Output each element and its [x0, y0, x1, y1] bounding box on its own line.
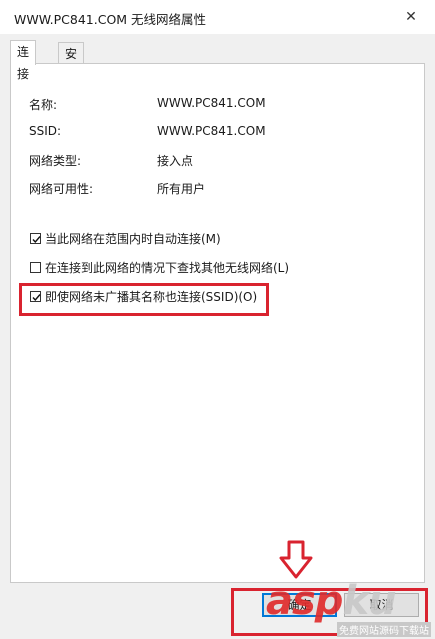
tab-panel-connection: [10, 63, 425, 583]
auto-connect-label: 当此网络在范围内时自动连接(M): [45, 232, 221, 246]
property-label: SSID:: [29, 124, 62, 138]
auto-connect-checkbox[interactable]: [30, 233, 41, 244]
look-for-other-networks-label: 在连接到此网络的情况下查找其他无线网络(L): [45, 261, 290, 275]
tab-security[interactable]: 安全: [58, 42, 85, 83]
property-value: WWW.PC841.COM: [157, 96, 266, 110]
tab-connection-label: 连接: [17, 45, 30, 81]
window-title: WWW.PC841.COM 无线网络属性: [14, 12, 207, 27]
look-for-other-networks-checkbox[interactable]: [30, 262, 41, 273]
close-icon: ✕: [405, 9, 417, 25]
property-label: 网络类型:: [29, 154, 82, 168]
arrow-down-icon: [279, 540, 313, 579]
highlight-box: [19, 283, 269, 316]
watermark-main: asp: [266, 578, 343, 624]
auto-connect-option[interactable]: 当此网络在范围内时自动连接(M): [30, 230, 221, 247]
watermark-subtitle: 免费网站源码下载站: [337, 622, 431, 637]
watermark-suffix: ku: [342, 578, 396, 624]
title-bar: WWW.PC841.COM 无线网络属性 ✕: [0, 0, 435, 34]
close-button[interactable]: ✕: [397, 4, 425, 30]
watermark-logo: aspku: [266, 578, 397, 624]
tab-connection[interactable]: 连接: [10, 40, 37, 81]
property-label: 名称:: [29, 98, 58, 112]
property-value: 所有用户: [157, 182, 206, 196]
property-label: 网络可用性:: [29, 182, 94, 196]
property-value: WWW.PC841.COM: [157, 124, 266, 138]
look-for-other-networks-option[interactable]: 在连接到此网络的情况下查找其他无线网络(L): [30, 259, 289, 276]
property-value: 接入点: [157, 154, 194, 168]
